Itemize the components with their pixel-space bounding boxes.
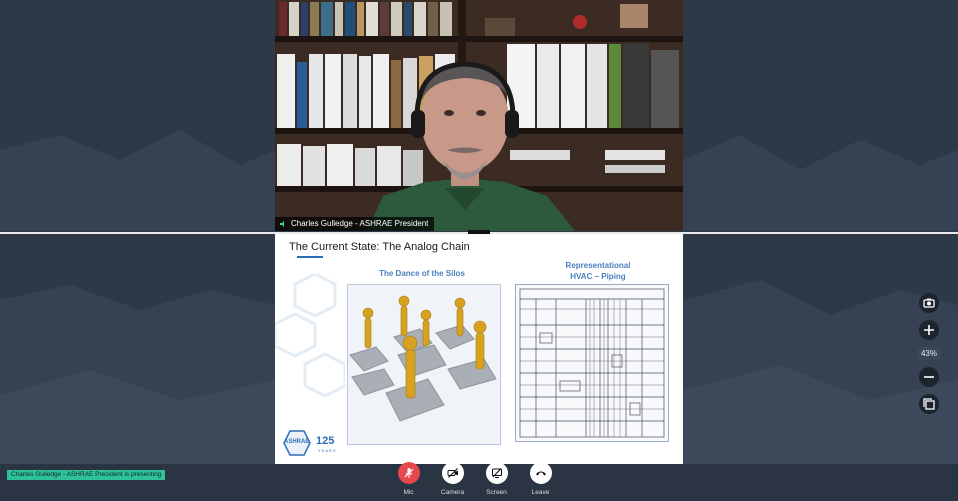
minus-icon <box>924 376 934 378</box>
ashrae-125-logo: ASHRAE 125 YEARS <box>283 430 343 456</box>
mic-muted-icon <box>404 468 413 478</box>
zoom-controls: 43% <box>916 293 942 414</box>
screen-share-off-icon <box>491 468 502 478</box>
camera-snapshot-icon <box>923 298 935 308</box>
mic-button[interactable] <box>397 462 420 484</box>
hvac-heading: Representational HVAC – Piping <box>543 260 653 282</box>
hexagon-decoration <box>275 274 345 398</box>
leave-button[interactable] <box>529 462 552 484</box>
copy-windows-icon <box>923 398 935 410</box>
slide-title: The Current State: The Analog Chain <box>289 241 470 253</box>
screenshot-button[interactable] <box>919 293 939 313</box>
silos-illustration <box>347 284 501 445</box>
zoom-level: 43% <box>916 347 941 360</box>
speaker-video <box>275 0 683 231</box>
hvac-piping-drawing <box>515 284 669 442</box>
screen-label: Screen <box>486 489 507 496</box>
hang-up-icon <box>535 471 546 476</box>
speaker-name-label: Charles Gulledge - ASHRAE President <box>275 217 435 231</box>
silos-heading: The Dance of the Silos <box>379 269 465 278</box>
video-tile[interactable]: Charles Gulledge - ASHRAE President <box>275 0 683 231</box>
screen-button[interactable] <box>485 462 508 484</box>
zoom-out-button[interactable] <box>919 367 939 387</box>
fit-screen-button[interactable] <box>919 394 939 414</box>
call-controls-bar: Mic Camera Screen Leave <box>396 462 553 496</box>
camera-label: Camera <box>440 489 465 496</box>
hvac-heading-line1: Representational <box>565 261 631 270</box>
zoom-in-button[interactable] <box>919 320 939 340</box>
leave-label: Leave <box>531 489 550 496</box>
logo-word: ASHRAE <box>284 439 310 445</box>
audio-speaking-icon <box>280 221 284 227</box>
shared-screen-slide: The Current State: The Analog Chain The … <box>275 234 683 464</box>
camera-control[interactable]: Camera <box>440 462 465 496</box>
logo-number: 125 <box>316 435 335 447</box>
plus-icon <box>924 325 934 335</box>
presenting-status-badge: Charles Gulledge - ASHRAE President is p… <box>7 470 166 480</box>
camera-off-icon <box>447 468 458 478</box>
screen-control[interactable]: Screen <box>484 462 509 496</box>
leave-control[interactable]: Leave <box>528 462 553 496</box>
speaker-name-text: Charles Gulledge - ASHRAE President <box>291 219 429 228</box>
mic-label: Mic <box>403 489 414 496</box>
mic-control[interactable]: Mic <box>396 462 421 496</box>
camera-button[interactable] <box>441 462 464 484</box>
logo-years: YEARS <box>318 448 337 453</box>
title-underline <box>297 256 323 258</box>
hvac-heading-line2: HVAC – Piping <box>570 272 626 281</box>
